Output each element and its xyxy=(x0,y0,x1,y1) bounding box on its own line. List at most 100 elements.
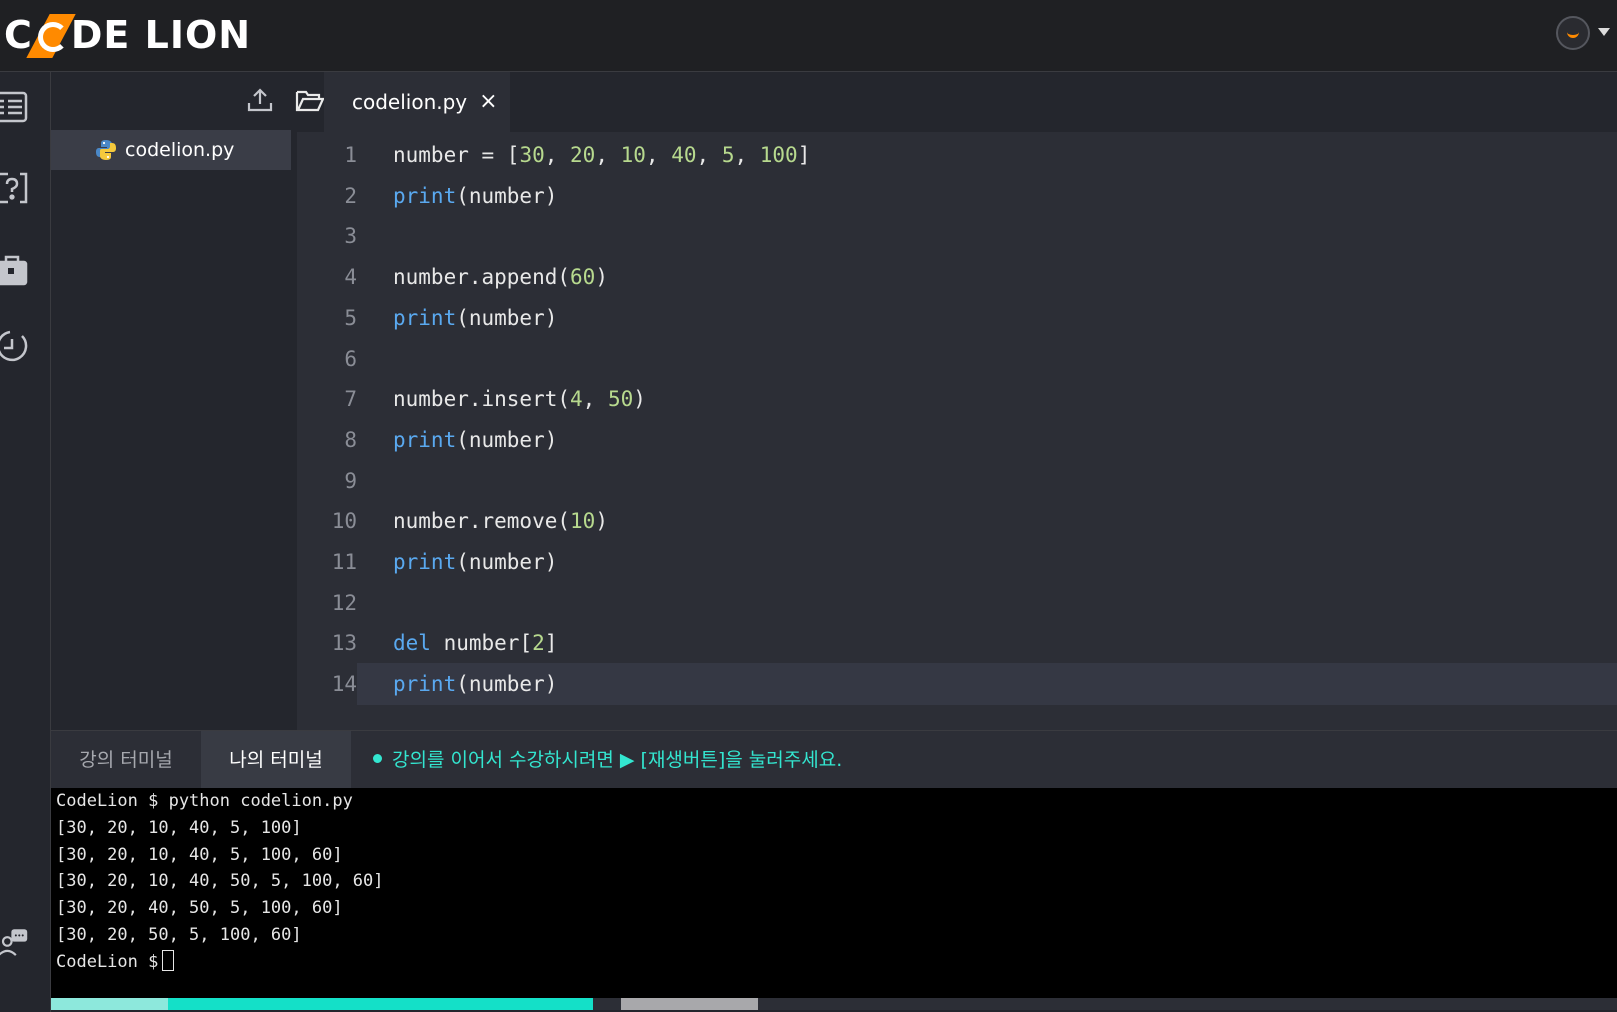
code-keyword: print xyxy=(393,183,457,208)
chevron-down-icon[interactable] xyxy=(1598,28,1610,36)
code-keyword: print xyxy=(393,672,457,697)
line-number: 3 xyxy=(344,224,357,249)
history-icon[interactable] xyxy=(0,328,30,364)
terminal-prompt[interactable]: CodeLion $ xyxy=(56,949,175,976)
code-token: ] xyxy=(544,631,558,656)
code-line[interactable]: 7 number.insert(4, 50) xyxy=(297,378,1617,420)
line-number: 4 xyxy=(344,265,357,290)
list-icon[interactable] xyxy=(0,88,30,124)
line-number: 10 xyxy=(331,509,357,534)
code-editor[interactable]: 1 number = [30, 20, 10, 40, 5, 100] 2 print… xyxy=(297,132,1617,730)
file-item-codelion-py[interactable]: codelion.py xyxy=(51,130,291,170)
code-token: , xyxy=(645,143,672,167)
progress-active-segment xyxy=(168,998,593,1010)
code-keyword: print xyxy=(393,427,457,452)
left-rail xyxy=(0,72,51,1012)
chat-user-icon[interactable] xyxy=(0,926,30,968)
codelion-logo[interactable]: C DE LION xyxy=(4,13,252,58)
line-number: 12 xyxy=(331,590,357,615)
code-number: 2 xyxy=(532,631,545,656)
code-text: print(number) xyxy=(393,428,557,452)
file-name: codelion.py xyxy=(125,139,235,161)
code-line[interactable]: 8 print(number) xyxy=(297,419,1617,461)
code-keyword: print xyxy=(393,550,457,574)
user-avatar[interactable] xyxy=(1556,16,1590,50)
upload-icon[interactable] xyxy=(246,86,274,114)
code-number: 20 xyxy=(570,143,596,167)
line-number: 9 xyxy=(344,468,357,493)
code-keyword: del xyxy=(393,631,431,656)
code-token: ) xyxy=(633,387,646,412)
code-line[interactable]: 1 number = [30, 20, 10, 40, 5, 100] xyxy=(297,134,1617,176)
line-number: 6 xyxy=(344,346,357,371)
code-line[interactable]: 10 number.remove(10) xyxy=(297,500,1617,542)
code-line[interactable]: 6 xyxy=(297,338,1617,380)
code-line[interactable]: 14 print(number) xyxy=(297,663,1617,706)
progress-buffer-segment xyxy=(621,998,758,1010)
code-token: , xyxy=(582,387,608,412)
code-text: number.remove(10) xyxy=(393,509,608,533)
code-token: number.insert( xyxy=(393,387,571,412)
tab-my-terminal[interactable]: 나의 터미널 xyxy=(201,731,351,789)
code-number: 100 xyxy=(759,143,798,167)
code-token: ] xyxy=(797,143,811,167)
code-line[interactable]: 9 xyxy=(297,460,1617,502)
code-text: number.append(60) xyxy=(393,265,608,289)
code-number: 50 xyxy=(607,387,634,412)
code-number: 40 xyxy=(671,143,697,167)
prompt-text: CodeLion $ xyxy=(56,951,159,972)
code-text: print(number) xyxy=(393,550,557,574)
logo-text-right: DE LION xyxy=(70,13,252,57)
resume-notice: 강의를 이어서 수강하시려면 ▶ [재생버튼]을 눌러주세요. xyxy=(373,731,842,789)
code-token: (number) xyxy=(456,427,558,452)
code-text: number = [30, 20, 10, 40, 5, 100] xyxy=(393,143,810,167)
top-header: C DE LION xyxy=(0,0,1617,72)
code-line[interactable]: 5 print(number) xyxy=(297,297,1617,339)
code-token: ) xyxy=(595,509,608,534)
code-line[interactable]: 13 del number[2] xyxy=(297,622,1617,664)
terminal-line: CodeLion $ python codelion.py xyxy=(56,791,353,811)
code-text: print(number) xyxy=(393,306,557,330)
close-icon[interactable]: × xyxy=(479,91,497,113)
code-keyword: print xyxy=(393,305,457,330)
code-token: (number) xyxy=(456,305,558,330)
code-number: 60 xyxy=(570,265,596,290)
terminal-line: [30, 20, 10, 40, 50, 5, 100, 60] xyxy=(56,871,384,892)
code-line[interactable]: 2 print(number) xyxy=(297,175,1617,217)
code-text: del number[2] xyxy=(393,631,557,655)
code-line[interactable]: 4 number.append(60) xyxy=(297,256,1617,298)
code-token: (number) xyxy=(456,183,558,208)
line-number: 2 xyxy=(344,183,357,208)
tab-label: codelion.py xyxy=(352,90,468,114)
terminal-output[interactable]: CodeLion $ python codelion.py [30, 20, 10… xyxy=(51,788,1617,998)
code-token: number.remove( xyxy=(393,509,571,534)
line-number: 1 xyxy=(344,143,357,167)
tab-codelion-py[interactable]: codelion.py × xyxy=(324,72,510,132)
code-number: 10 xyxy=(570,509,596,534)
code-number: 30 xyxy=(519,143,545,167)
code-token: number = [ xyxy=(393,143,520,167)
lecture-progress-bar[interactable] xyxy=(51,998,1617,1010)
folder-open-icon[interactable] xyxy=(295,86,325,114)
editor-tab-bar: codelion.py × xyxy=(291,72,1617,132)
line-number: 8 xyxy=(344,427,357,452)
line-number: 5 xyxy=(344,305,357,330)
progress-watched-segment xyxy=(51,998,168,1010)
code-line[interactable]: 12 xyxy=(297,582,1617,624)
code-text: print(number) xyxy=(393,672,557,696)
notice-dot-icon xyxy=(373,754,382,763)
code-text: number.insert(4, 50) xyxy=(393,387,646,411)
code-line[interactable]: 11 print(number) xyxy=(297,541,1617,583)
line-number: 7 xyxy=(344,387,357,412)
tab-lecture-terminal[interactable]: 강의 터미널 xyxy=(51,731,201,789)
question-icon[interactable] xyxy=(0,170,30,206)
code-token: , xyxy=(544,143,571,167)
terminal-line: [30, 20, 50, 5, 100, 60] xyxy=(56,925,302,945)
code-token: (number) xyxy=(456,672,558,697)
code-number: 5 xyxy=(721,143,735,167)
briefcase-icon[interactable] xyxy=(0,252,30,288)
terminal-cursor xyxy=(162,950,175,972)
code-text: print(number) xyxy=(393,184,557,208)
code-line[interactable]: 3 xyxy=(297,215,1617,257)
code-token: (number) xyxy=(456,550,558,574)
